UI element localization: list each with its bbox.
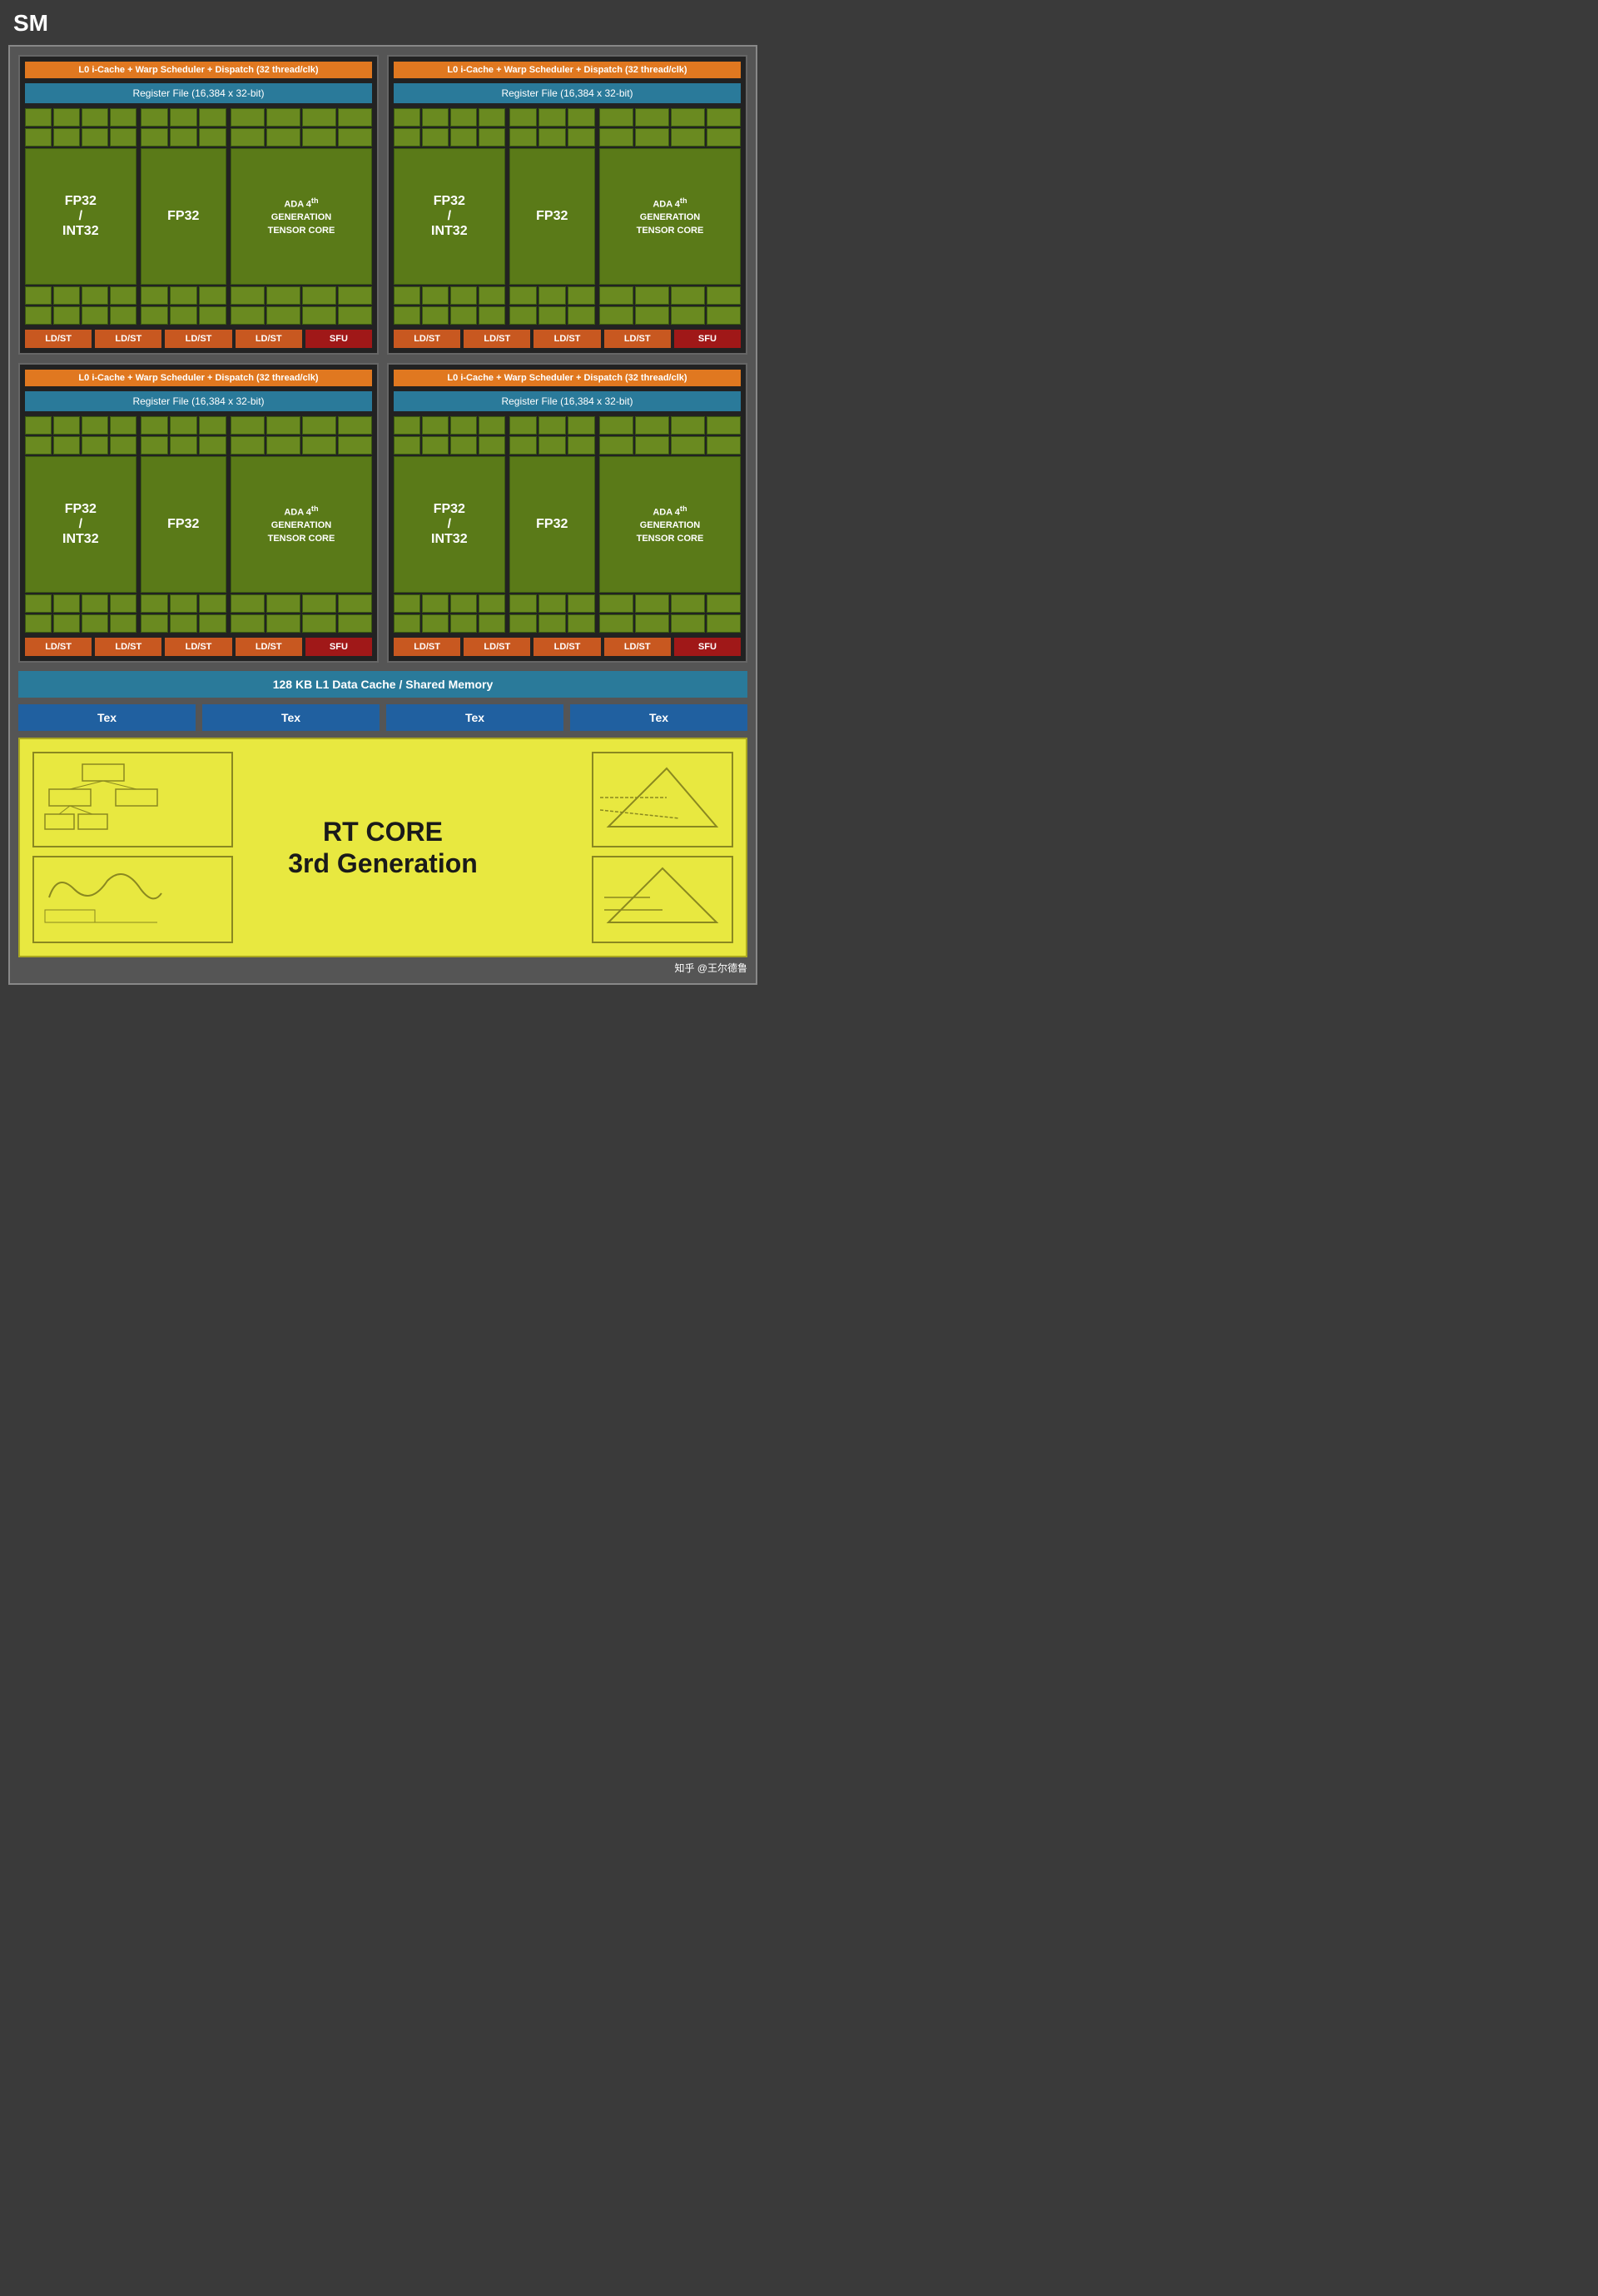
quad-grid: L0 i-Cache + Warp Scheduler + Dispatch (… [18,55,747,663]
warp-scheduler-bar-1: L0 i-Cache + Warp Scheduler + Dispatch (… [25,62,372,78]
fp32int32-label-2: FP32/INT32 [431,194,468,239]
tensor-label-4: ADA 4thGENERATIONTENSOR CORE [637,504,704,545]
fp32-label-3: FP32 [167,517,199,532]
ldst-3-3: LD/ST [165,638,231,656]
bottom-bar-2: LD/ST LD/ST LD/ST LD/ST SFU [394,330,741,348]
sub-unit-2: L0 i-Cache + Warp Scheduler + Dispatch (… [387,55,747,355]
sub-unit-4: L0 i-Cache + Warp Scheduler + Dispatch (… [387,363,747,663]
rt-core-subtitle: 3rd Generation [233,847,533,879]
sm-title: SM [8,8,757,38]
rt-bottom-diagram [592,856,733,943]
ldst-4-2: LD/ST [464,638,530,656]
ldst-2-1: LD/ST [394,330,460,348]
ldst-4-1: LD/ST [394,638,460,656]
warp-scheduler-bar-3: L0 i-Cache + Warp Scheduler + Dispatch (… [25,370,372,386]
tensor-label-2: ADA 4thGENERATIONTENSOR CORE [637,196,704,237]
ldst-3-2: LD/ST [95,638,161,656]
register-file-bar-3: Register File (16,384 x 32-bit) [25,391,372,411]
rt-core-center: RT CORE 3rd Generation [233,816,533,880]
ldst-1-4: LD/ST [236,330,302,348]
fp32int32-label-4: FP32/INT32 [431,502,468,547]
tensor-label-1: ADA 4thGENERATIONTENSOR CORE [268,196,335,237]
tex-row: Tex Tex Tex Tex [18,704,747,731]
bottom-bar-1: LD/ST LD/ST LD/ST LD/ST SFU [25,330,372,348]
register-file-bar-4: Register File (16,384 x 32-bit) [394,391,741,411]
tensor-label-3: ADA 4thGENERATIONTENSOR CORE [268,504,335,545]
warp-scheduler-bar-4: L0 i-Cache + Warp Scheduler + Dispatch (… [394,370,741,386]
ldst-2-3: LD/ST [533,330,600,348]
ldst-1-2: LD/ST [95,330,161,348]
sub-unit-1: L0 i-Cache + Warp Scheduler + Dispatch (… [18,55,379,355]
tex-1: Tex [18,704,196,731]
warp-scheduler-bar-2: L0 i-Cache + Warp Scheduler + Dispatch (… [394,62,741,78]
fp32-label-1: FP32 [167,209,199,224]
sfu-4: SFU [674,638,741,656]
ldst-1-1: LD/ST [25,330,92,348]
bottom-bar-3: LD/ST LD/ST LD/ST LD/ST SFU [25,638,372,656]
ldst-2-2: LD/ST [464,330,530,348]
ldst-3-1: LD/ST [25,638,92,656]
sfu-3: SFU [305,638,372,656]
ldst-1-3: LD/ST [165,330,231,348]
bvh-diagram [32,752,233,847]
bottom-bar-4: LD/ST LD/ST LD/ST LD/ST SFU [394,638,741,656]
tex-3: Tex [386,704,563,731]
tex-4: Tex [570,704,747,731]
fp32-label-2: FP32 [536,209,568,224]
triangle-diagram [592,752,733,847]
register-file-bar-1: Register File (16,384 x 32-bit) [25,83,372,103]
ldst-4-4: LD/ST [604,638,671,656]
fp32int32-label-3: FP32/INT32 [62,502,99,547]
ldst-3-4: LD/ST [236,638,302,656]
rt-core-title: RT CORE [233,816,533,847]
sm-container: L0 i-Cache + Warp Scheduler + Dispatch (… [8,45,757,985]
rt-core-right [533,752,733,943]
sub-unit-3: L0 i-Cache + Warp Scheduler + Dispatch (… [18,363,379,663]
fp32-label-4: FP32 [536,517,568,532]
ldst-4-3: LD/ST [533,638,600,656]
register-file-bar-2: Register File (16,384 x 32-bit) [394,83,741,103]
watermark: 知乎 @王尔德鲁 [18,957,747,975]
signature-diagram [32,856,233,943]
tex-2: Tex [202,704,380,731]
ldst-2-4: LD/ST [604,330,671,348]
sfu-2: SFU [674,330,741,348]
l1-cache-bar: 128 KB L1 Data Cache / Shared Memory [18,671,747,698]
fp32int32-label-1: FP32/INT32 [62,194,99,239]
rt-core-left [32,752,233,943]
rt-core-section: RT CORE 3rd Generation [18,738,747,957]
sfu-1: SFU [305,330,372,348]
